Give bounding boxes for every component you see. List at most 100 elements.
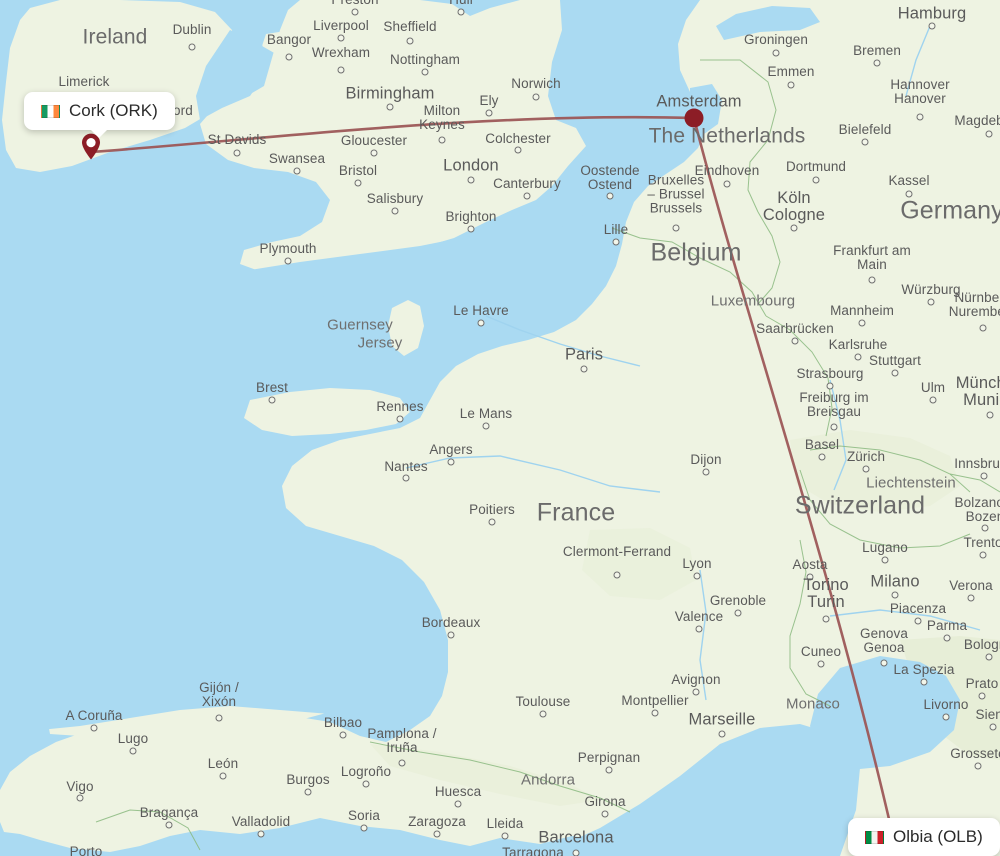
city-dot-hull — [457, 8, 465, 16]
city-dot-trento — [979, 551, 987, 559]
city-label-limerick: Limerick — [58, 74, 110, 90]
city-label-m-nchen-munich: MünchenMunich — [955, 374, 1000, 409]
city-dot-marseille — [718, 730, 726, 738]
city-dot-barcelona — [572, 849, 580, 856]
country-label-jersey: Jersey — [357, 334, 403, 352]
city-label-dortmund: Dortmund — [785, 159, 847, 175]
city-label-lyon: Lyon — [682, 556, 712, 572]
city-label-bremen: Bremen — [853, 43, 901, 59]
city-label-canterbury: Canterbury — [493, 176, 561, 192]
city-label-oostende-ostend: Oostende Ostend — [580, 163, 640, 192]
city-label-poitiers: Poitiers — [469, 502, 515, 518]
city-label-porto: Porto — [69, 844, 103, 856]
city-label-hannover-hanover: Hannover Hanover — [890, 77, 950, 106]
city-dot-w-rzburg — [927, 298, 935, 306]
city-label-montpellier: Montpellier — [621, 693, 689, 709]
city-dot-colchester — [514, 146, 522, 154]
city-dot-girona — [601, 810, 609, 818]
city-dot-dublin — [188, 43, 196, 51]
city-dot-montpellier — [651, 709, 659, 717]
city-dot-sheffield — [406, 37, 414, 45]
city-dot-bragan-a — [165, 821, 173, 829]
city-dot-bruxelles-brussel-brussels — [672, 224, 680, 232]
tooltip-origin-cork[interactable]: Cork (ORK) — [24, 92, 175, 138]
city-dot-saarbr-cken — [791, 337, 799, 345]
city-label-aosta: Aosta — [792, 557, 828, 573]
tooltip-tail — [90, 129, 109, 138]
city-label-barcelona: Barcelona — [538, 828, 614, 847]
city-label-brighton: Brighton — [445, 209, 497, 225]
city-label-zaragoza: Zaragoza — [408, 814, 466, 830]
country-label-the-netherlands: The Netherlands — [648, 124, 806, 148]
city-label-verona: Verona — [949, 578, 993, 594]
city-label-bristol: Bristol — [338, 163, 378, 179]
city-dot-lille — [612, 238, 620, 246]
city-dot-magdeburg — [985, 130, 993, 138]
city-label-bangor: Bangor — [266, 32, 312, 48]
country-label-monaco: Monaco — [786, 695, 840, 713]
city-dot-basel — [818, 453, 826, 461]
city-label-ely: Ely — [479, 93, 499, 109]
city-label-st-davids: St Davids — [207, 132, 267, 148]
city-dot-poitiers — [488, 518, 496, 526]
city-label-eindhoven: Eindhoven — [694, 163, 760, 179]
city-dot-nantes — [402, 474, 410, 482]
city-dot-liverpool — [337, 34, 345, 42]
city-label-hamburg: Hamburg — [897, 4, 967, 23]
city-label-freiburg-im-breisgau: Freiburg im Breisgau — [799, 390, 869, 419]
city-label-le-n: León — [207, 756, 239, 772]
city-label-magdeburg: Magdeburg — [954, 113, 1000, 129]
city-dot-milano — [891, 591, 899, 599]
city-dot-rennes — [396, 415, 404, 423]
city-label-innsbruck: Innsbruck — [954, 456, 1000, 472]
city-label-cuneo: Cuneo — [800, 644, 842, 660]
city-label-grosseto: Grosseto — [950, 746, 1000, 762]
city-label-wrexham: Wrexham — [311, 45, 371, 61]
flight-route-map[interactable]: Ireland Belgium France Germany Switzerland Th… — [0, 0, 1000, 856]
city-dot-vigo — [76, 794, 84, 802]
amsterdam-stopover-marker[interactable] — [684, 108, 704, 128]
city-label-marseille: Marseille — [688, 710, 756, 729]
city-dot-bordeaux — [447, 631, 455, 639]
city-dot-brest — [268, 396, 276, 404]
city-dot-toulouse — [539, 710, 547, 718]
city-label-bielefeld: Bielefeld — [838, 122, 892, 138]
city-dot-genova-genoa — [880, 659, 888, 667]
city-label-k-ln-cologne: Köln Cologne — [762, 189, 826, 224]
city-label-perpignan: Perpignan — [577, 750, 641, 766]
city-dot-brighton — [467, 225, 475, 233]
city-label-sheffield: Sheffield — [383, 19, 437, 35]
city-label-pamplona-iru-a: Pamplona / Iruña — [367, 726, 437, 755]
city-dot-bangor — [285, 53, 293, 61]
city-dot-bremen — [873, 59, 881, 67]
city-dot-st-davids — [233, 149, 241, 157]
city-dot-soria — [360, 824, 368, 832]
city-label-bologna: Bologna — [963, 637, 1000, 653]
city-dot-oostende-ostend — [606, 192, 614, 200]
city-label-colchester: Colchester — [485, 131, 551, 147]
city-label-kassel: Kassel — [888, 173, 930, 189]
city-label-toulouse: Toulouse — [515, 694, 571, 710]
city-dot-avignon — [692, 688, 700, 696]
city-dot-frankfurt-am-main — [868, 276, 876, 284]
country-label-liechtenstein: Liechtenstein — [866, 474, 956, 492]
city-label-la-spezia: La Spezia — [893, 662, 955, 678]
city-dot-bilbao — [339, 731, 347, 739]
city-label-birmingham: Birmingham — [345, 84, 435, 103]
tooltip-destination-label: Olbia (OLB) — [893, 827, 983, 846]
city-label-torino-turin: Torino Turin — [803, 576, 849, 611]
city-label-strasbourg: Strasbourg — [796, 366, 864, 382]
city-dot-livorno — [942, 713, 950, 721]
city-dot-hannover-hanover — [916, 113, 924, 121]
city-label-piacenza: Piacenza — [889, 601, 947, 617]
city-label-plymouth: Plymouth — [259, 241, 317, 257]
city-dot-bologna — [985, 653, 993, 661]
city-dot-nottingham — [421, 68, 429, 76]
city-dot-norwich — [532, 93, 540, 101]
tooltip-destination-olbia[interactable]: Olbia (OLB) — [848, 818, 1000, 856]
city-dot-bristol — [354, 179, 362, 187]
city-label-gloucester: Gloucester — [340, 133, 408, 149]
city-dot-a-coru-a — [90, 724, 98, 732]
city-label-lugano: Lugano — [862, 540, 908, 556]
city-dot-dortmund — [812, 176, 820, 184]
